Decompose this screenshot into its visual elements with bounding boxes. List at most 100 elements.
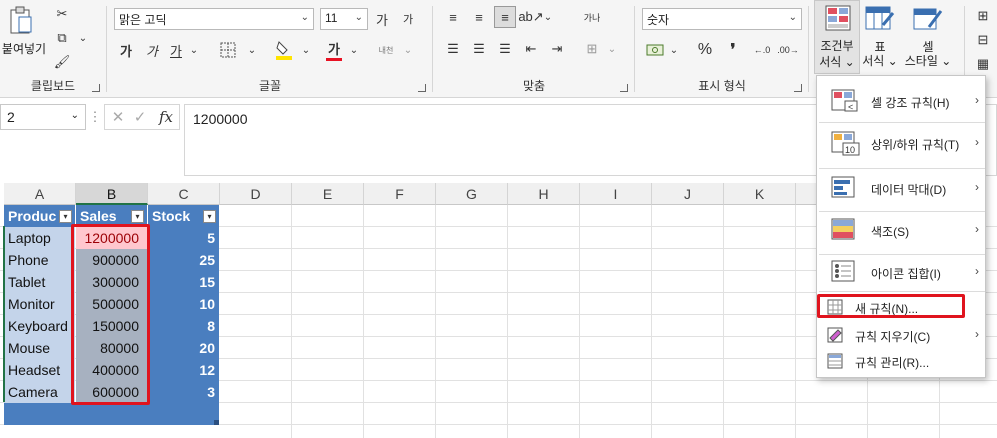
fill-color-icon[interactable]	[274, 38, 294, 62]
cut-icon[interactable]: ✂	[52, 4, 72, 24]
more-options-icon[interactable]: ⋮	[88, 106, 102, 128]
phonetic-button[interactable]: 내천	[374, 40, 398, 60]
orientation-icon[interactable]: ab↗	[518, 6, 543, 28]
number-launcher-icon[interactable]	[794, 84, 802, 92]
font-color-button[interactable]: 가	[324, 38, 344, 62]
menu-item-top-bottom-rules[interactable]: 10 상위/하위 규칙(T) ›	[817, 128, 987, 158]
menu-item-data-bars[interactable]: 데이터 막대(D) ›	[817, 173, 987, 203]
menu-item-manage-rules[interactable]: 규칙 관리(R)...	[817, 350, 987, 372]
table-cell-product[interactable]: Camera	[4, 381, 75, 403]
alignment-launcher-icon[interactable]	[620, 84, 628, 92]
currency-icon[interactable]	[644, 40, 666, 60]
enter-icon[interactable]: ✓	[131, 107, 149, 127]
align-middle-icon[interactable]: ≡	[468, 6, 490, 28]
cell-styles-label-2[interactable]: 스타일 ⌄	[902, 52, 954, 69]
percent-button[interactable]: %	[694, 40, 716, 60]
chevron-down-icon[interactable]: ⌄	[348, 40, 360, 60]
chevron-down-icon[interactable]: ⌄	[188, 40, 200, 60]
insert-cells-icon[interactable]: ⊞	[972, 6, 994, 26]
name-box[interactable]: 2 ⌄	[0, 104, 86, 130]
col-header-k[interactable]: K	[724, 183, 796, 205]
paste-icon[interactable]	[6, 4, 34, 36]
underline-button[interactable]: 가	[166, 40, 186, 60]
chevron-down-icon[interactable]: ⌄	[606, 38, 618, 60]
chevron-down-icon[interactable]: ⌄	[402, 40, 414, 60]
menu-item-highlight-cells-rules[interactable]: < 셀 강조 규칙(H) ›	[817, 86, 987, 116]
font-size-combo[interactable]: 11 ⌄	[320, 8, 368, 30]
table-cell-stock[interactable]: 10	[148, 293, 219, 315]
table-resize-handle[interactable]	[214, 420, 219, 425]
table-cell-stock[interactable]: 25	[148, 249, 219, 271]
increase-indent-icon[interactable]: ⇥	[546, 38, 568, 60]
chevron-down-icon[interactable]: ⌄	[668, 40, 680, 60]
conditional-formatting-button[interactable]: 조건부 서식 ⌄	[814, 0, 860, 74]
delete-cells-icon[interactable]: ⊟	[972, 30, 994, 50]
align-left-icon[interactable]: ☰	[442, 38, 464, 60]
col-header-d[interactable]: D	[220, 183, 292, 205]
col-header-h[interactable]: H	[508, 183, 580, 205]
font-name-combo[interactable]: 맑은 고딕 ⌄	[114, 8, 314, 30]
col-header-i[interactable]: I	[580, 183, 652, 205]
table-cell-product[interactable]: Monitor	[4, 293, 75, 315]
bold-button[interactable]: 가	[116, 40, 136, 60]
align-center-icon[interactable]: ☰	[468, 38, 490, 60]
chevron-down-icon[interactable]: ⌄	[300, 40, 312, 60]
align-bottom-icon[interactable]: ≡	[494, 6, 516, 28]
table-cell-product[interactable]: Mouse	[4, 337, 75, 359]
format-painter-icon[interactable]: 🖌	[52, 52, 72, 72]
italic-button[interactable]: 가	[142, 40, 162, 60]
menu-item-label: 아이콘 집합(I)	[871, 267, 941, 281]
filter-dropdown-icon[interactable]: ▾	[59, 210, 72, 223]
comma-button[interactable]: ❜	[722, 40, 744, 60]
clipboard-launcher-icon[interactable]	[92, 84, 100, 92]
col-header-j[interactable]: J	[652, 183, 724, 205]
paste-button[interactable]: 붙여넣기	[0, 40, 48, 57]
grow-font-button[interactable]: 가	[372, 9, 392, 29]
menu-item-clear-rules[interactable]: 규칙 지우기(C) ›	[817, 324, 987, 346]
col-header-a[interactable]: A	[4, 183, 76, 205]
decrease-decimal-icon[interactable]: .00→	[776, 40, 800, 60]
table-cell-stock[interactable]: 5	[148, 227, 219, 249]
table-blank-row[interactable]	[4, 403, 219, 425]
table-cell-product[interactable]: Tablet	[4, 271, 75, 293]
wrap-text-button[interactable]: 가나	[580, 6, 604, 28]
chevron-down-icon[interactable]: ⌄	[542, 6, 554, 28]
table-cell-stock[interactable]: 20	[148, 337, 219, 359]
col-header-b[interactable]: B	[76, 183, 148, 205]
increase-decimal-icon[interactable]: ←.0	[750, 40, 774, 60]
decrease-indent-icon[interactable]: ⇤	[520, 38, 542, 60]
cancel-icon[interactable]: ✕	[109, 107, 127, 127]
table-cell-stock[interactable]: 15	[148, 271, 219, 293]
format-as-table-icon[interactable]	[864, 4, 896, 34]
filter-dropdown-icon[interactable]: ▾	[131, 210, 144, 223]
col-header-f[interactable]: F	[364, 183, 436, 205]
cell-styles-icon[interactable]	[912, 4, 944, 34]
filter-dropdown-icon[interactable]: ▾	[203, 210, 216, 223]
font-launcher-icon[interactable]	[418, 84, 426, 92]
border-icon[interactable]	[218, 40, 238, 60]
merge-icon[interactable]: ⊞	[580, 38, 604, 60]
table-cell-stock[interactable]: 3	[148, 381, 219, 403]
gridline	[651, 205, 652, 438]
chevron-down-icon[interactable]: ⌄	[76, 28, 90, 48]
col-header-c[interactable]: C	[148, 183, 220, 205]
format-cells-icon[interactable]: ▦	[972, 54, 994, 74]
shrink-font-button[interactable]: 가	[398, 9, 418, 29]
format-as-table-label-2[interactable]: 서식 ⌄	[858, 52, 902, 69]
table-cell-product[interactable]: Headset	[4, 359, 75, 381]
copy-icon[interactable]: ⧉	[52, 28, 72, 48]
number-format-combo[interactable]: 숫자 ⌄	[642, 8, 802, 30]
align-top-icon[interactable]: ≡	[442, 6, 464, 28]
table-cell-stock[interactable]: 12	[148, 359, 219, 381]
table-cell-product[interactable]: Laptop	[4, 227, 75, 249]
insert-function-button[interactable]: fx	[155, 107, 177, 127]
table-cell-product[interactable]: Keyboard	[4, 315, 75, 337]
chevron-down-icon[interactable]: ⌄	[246, 40, 258, 60]
align-right-icon[interactable]: ☰	[494, 38, 516, 60]
table-cell-stock[interactable]: 8	[148, 315, 219, 337]
menu-item-color-scales[interactable]: 색조(S) ›	[817, 215, 987, 245]
table-cell-product[interactable]: Phone	[4, 249, 75, 271]
col-header-e[interactable]: E	[292, 183, 364, 205]
menu-item-icon-sets[interactable]: 아이콘 집합(I) ›	[817, 257, 987, 287]
col-header-g[interactable]: G	[436, 183, 508, 205]
